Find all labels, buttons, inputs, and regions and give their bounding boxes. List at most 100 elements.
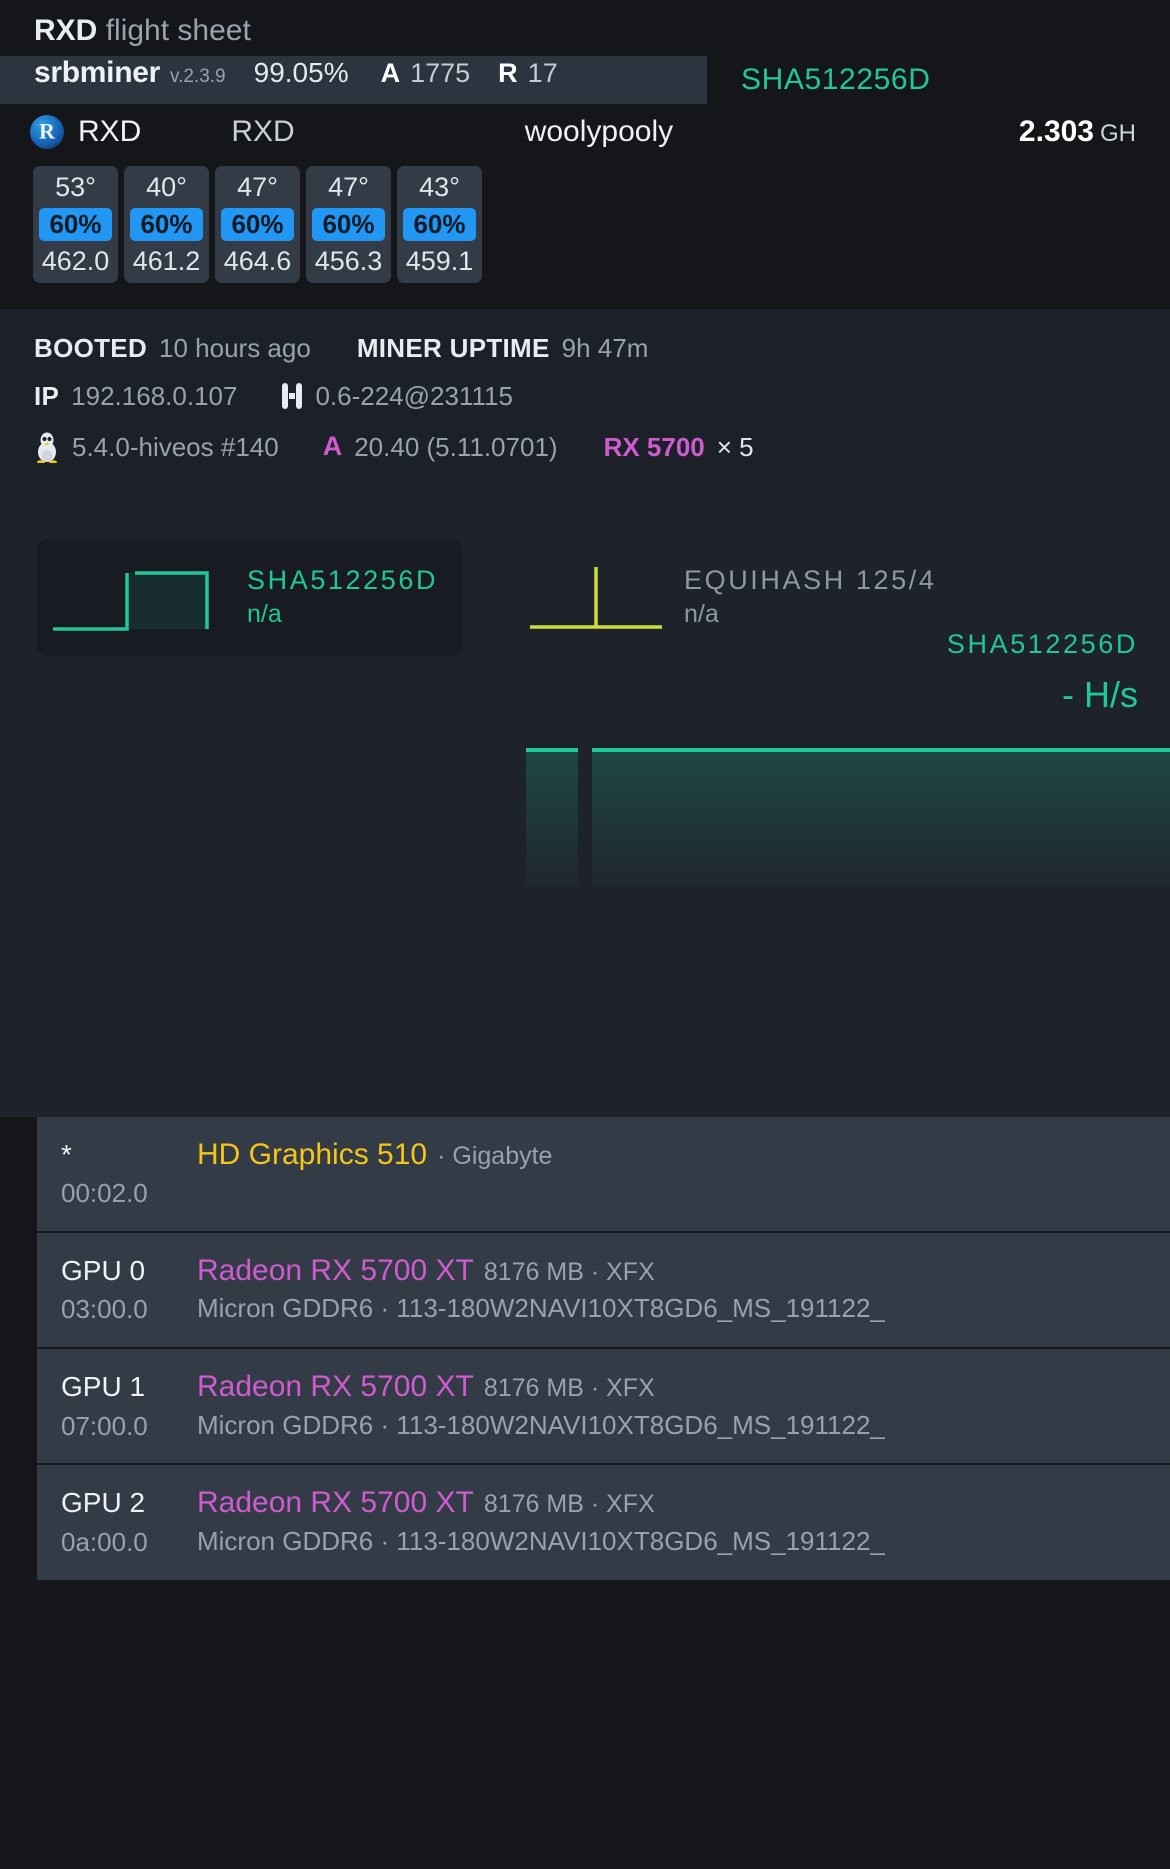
hashrate-chart-value: - H/s (1062, 673, 1138, 715)
flight-sheet-coin: RXD (34, 14, 98, 47)
pool-name: woolypooly (524, 115, 674, 148)
ip-value: 192.168.0.107 (71, 380, 238, 411)
hashrate-chart (526, 747, 1170, 887)
hashrate-chart-algorithm: SHA512256D (946, 628, 1138, 659)
miner-algorithm: SHA512256D (741, 63, 931, 96)
device-id: GPU 2 (61, 1487, 146, 1519)
algorithm-badge-text: SHA512256D n/a (247, 564, 438, 630)
system-info-panel: BOOTED 10 hours ago MINER UPTIME 9h 47m … (0, 308, 1170, 497)
table-row[interactable]: GPU 2 0a:00.0 Radeon RX 5700 XT 8176 MB ·… (37, 1465, 1170, 1582)
table-row[interactable]: GPU 1 07:00.0 Radeon RX 5700 XT 8176 MB ·… (37, 1349, 1170, 1466)
hashrate-chart-caption: SHA512256D - H/s (947, 629, 1138, 716)
gpu-temperature: 40° (146, 172, 187, 202)
table-row[interactable]: GPU 0 03:00.0 Radeon RX 5700 XT 8176 MB ·… (37, 1232, 1170, 1350)
gpu-mini-card[interactable]: 43° 60% 459.1 (397, 166, 482, 283)
device-name: HD Graphics 510 (197, 1137, 428, 1171)
device-name-line: HD Graphics 510 · Gigabyte (197, 1135, 552, 1176)
miner-name: srbminer (34, 56, 160, 89)
device-main-column: Radeon RX 5700 XT 8176 MB · XFX Micron GD… (197, 1367, 885, 1445)
total-hashrate: 2.303 GH (1019, 115, 1136, 149)
device-id: GPU 1 (61, 1371, 146, 1403)
flight-sheet-header: RXD flight sheet (0, 0, 1170, 56)
device-sub: Micron GDDR6 · 113-180W2NAVI10XT8GD6_MS_… (197, 1293, 885, 1324)
device-id: * (61, 1138, 72, 1170)
algorithm-hashrate: n/a (247, 599, 282, 628)
miner-strip: srbminer v.2.3.9 99.05% A 1775 R 17 SHA5… (0, 56, 1170, 104)
algorithm-name: SHA512256D (247, 564, 439, 595)
equihash-sparkline-icon (526, 555, 666, 640)
hashrate-chart-bar (526, 747, 578, 887)
table-row[interactable]: * 00:02.0 HD Graphics 510 · Gigabyte (37, 1116, 1170, 1233)
device-meta: 8176 MB · XFX (483, 1374, 655, 1403)
device-sub: Micron GDDR6 · 113-180W2NAVI10XT8GD6_MS_… (197, 1409, 885, 1440)
gpu-mini-card[interactable]: 40° 60% 461.2 (124, 166, 209, 283)
algorithm-hashrate: n/a (684, 599, 719, 628)
gpu-fan-speed: 60% (312, 207, 385, 242)
device-bus-id: 03:00.0 (61, 1294, 148, 1325)
coin-name: RXD (78, 115, 142, 148)
gpu-hashrate: 461.2 (132, 246, 201, 277)
gpu-mini-card[interactable]: 53° 60% 462.0 (33, 166, 118, 283)
device-id-column: * 00:02.0 (37, 1135, 197, 1213)
device-name: Radeon RX 5700 XT (197, 1370, 474, 1404)
accepted-shares-key: A (380, 58, 401, 88)
device-main-column: Radeon RX 5700 XT 8176 MB · XFX Micron GD… (197, 1483, 885, 1561)
gpu-hashrate: 462.0 (41, 246, 110, 277)
device-name-line: Radeon RX 5700 XT 8176 MB · XFX (197, 1251, 885, 1292)
device-main-column: HD Graphics 510 · Gigabyte (197, 1135, 552, 1213)
device-id-column: GPU 1 07:00.0 (37, 1367, 197, 1445)
gpu-temperature: 47° (328, 172, 369, 202)
ip-label: IP (34, 380, 60, 411)
rxd-coin-icon (30, 115, 64, 149)
booted-value: 10 hours ago (159, 332, 311, 363)
gpu-count-summary: × 5 (716, 431, 754, 462)
gpu-fan-speed: 60% (130, 207, 203, 242)
miner-uptime-label: MINER UPTIME (356, 332, 550, 363)
amd-driver-label: A (322, 431, 343, 462)
system-info-line-kernel: 5.4.0-hiveos #140 A 20.40 (5.11.0701) RX… (34, 431, 1170, 464)
device-bus-id: 0a:00.0 (61, 1526, 148, 1557)
gpu-hashrate: 456.3 (314, 246, 383, 277)
device-bus-id: 07:00.0 (61, 1410, 148, 1441)
device-meta: · Gigabyte (437, 1141, 553, 1170)
miner-version: v.2.3.9 (169, 66, 226, 87)
algorithm-badge-sha512256d[interactable]: SHA512256D n/a (37, 538, 462, 656)
accepted-shares-value: 1775 (410, 58, 471, 88)
gpu-model-summary: RX 5700 (603, 431, 705, 462)
device-id-column: GPU 0 03:00.0 (37, 1251, 197, 1329)
miner-summary-chip[interactable]: srbminer v.2.3.9 99.05% A 1775 R 17 (0, 56, 707, 104)
charts-region: SHA512256D n/a EQUIHASH 125/4 n/a SHA512… (0, 496, 1170, 1117)
device-id-column: GPU 2 0a:00.0 (37, 1483, 197, 1561)
gpu-mini-card-list: 53° 60% 462.0 40° 60% 461.2 47° 60% 464.… (0, 166, 1170, 283)
device-meta: 8176 MB · XFX (483, 1257, 655, 1286)
device-name-line: Radeon RX 5700 XT 8176 MB · XFX (197, 1367, 885, 1408)
gpu-fan-speed: 60% (403, 207, 476, 242)
system-info-line-ip: IP 192.168.0.107 0.6-224@231115 (34, 380, 1170, 411)
gpu-hashrate: 464.6 (223, 246, 292, 277)
device-name: Radeon RX 5700 XT (197, 1253, 474, 1287)
device-table: * 00:02.0 HD Graphics 510 · Gigabyte GPU … (0, 1116, 1170, 1582)
flight-sheet-label: flight sheet (105, 14, 251, 47)
hiveos-icon (281, 382, 303, 409)
hiveos-version: 0.6-224@231115 (315, 380, 513, 411)
device-id: GPU 0 (61, 1254, 146, 1286)
gpu-temperature: 47° (237, 172, 278, 202)
gpu-mini-card[interactable]: 47° 60% 456.3 (306, 166, 391, 283)
device-main-column: Radeon RX 5700 XT 8176 MB · XFX Micron GD… (197, 1251, 885, 1329)
gpu-temperature: 53° (55, 172, 96, 202)
algorithm-name: EQUIHASH 125/4 (684, 564, 937, 595)
device-meta: 8176 MB · XFX (483, 1490, 655, 1519)
rejected-shares-key: R (498, 58, 518, 88)
device-name-line: Radeon RX 5700 XT 8176 MB · XFX (197, 1483, 885, 1524)
gpu-fan-speed: 60% (221, 207, 294, 242)
system-info-line-booted: BOOTED 10 hours ago MINER UPTIME 9h 47m (34, 335, 1170, 361)
gpu-hashrate: 459.1 (405, 246, 474, 277)
gpu-temperature: 43° (419, 172, 460, 202)
kernel-version: 5.4.0-hiveos #140 (72, 431, 279, 462)
gpu-mini-card[interactable]: 47° 60% 464.6 (215, 166, 300, 283)
amd-driver-version: 20.40 (5.11.0701) (354, 431, 558, 462)
device-bus-id: 00:02.0 (61, 1178, 148, 1209)
total-hashrate-value: 2.303 (1018, 115, 1094, 148)
gpu-fan-speed: 60% (39, 207, 112, 242)
coin-pool-row: RXD RXD woolypooly 2.303GH (0, 104, 1170, 160)
